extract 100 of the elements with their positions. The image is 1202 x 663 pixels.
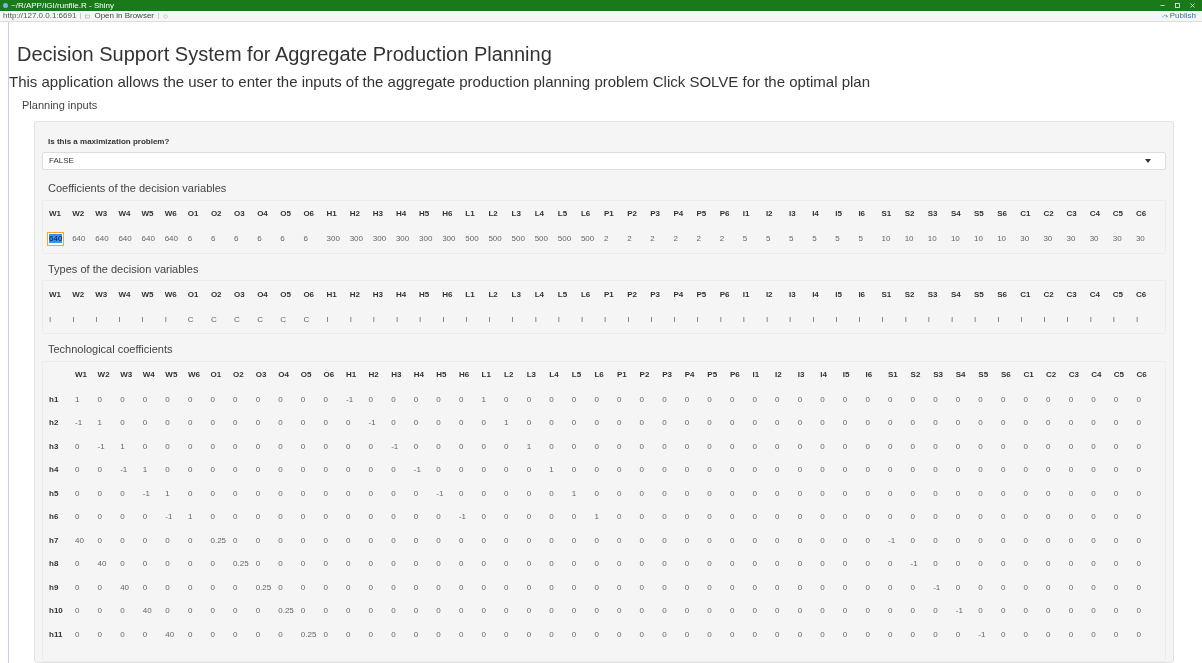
table-cell[interactable]: 0 <box>910 464 916 476</box>
table-cell[interactable]: I <box>372 313 375 326</box>
table-cell[interactable]: 0 <box>752 511 757 523</box>
table-cell[interactable]: 0 <box>955 511 961 523</box>
table-cell[interactable]: 0 <box>594 487 599 500</box>
table-cell[interactable]: 300 <box>372 233 387 246</box>
table-cell[interactable]: 0 <box>752 464 757 476</box>
table-cell[interactable]: 0 <box>729 487 735 500</box>
table-cell[interactable]: C <box>234 313 240 326</box>
table-cell[interactable]: 0 <box>255 393 261 406</box>
table-cell[interactable]: 0 <box>933 628 938 641</box>
table-cell[interactable]: 500 <box>511 233 525 246</box>
table-cell[interactable]: 0 <box>729 417 735 429</box>
table-cell[interactable]: 0 <box>97 487 103 500</box>
table-cell[interactable]: 0 <box>1046 440 1051 453</box>
table-cell[interactable]: 0 <box>1113 487 1119 500</box>
table-cell[interactable]: 0 <box>684 440 690 453</box>
table-cell[interactable]: 0 <box>323 558 328 570</box>
table-cell[interactable]: 0 <box>391 605 396 617</box>
table-cell[interactable]: 0 <box>888 605 893 617</box>
table-cell[interactable]: 0 <box>346 440 351 453</box>
table-cell[interactable]: 0 <box>255 417 261 429</box>
table-cell[interactable]: 0 <box>300 581 306 594</box>
table-cell[interactable]: 0 <box>865 440 870 453</box>
table-cell[interactable]: 0 <box>571 534 577 547</box>
table-cell[interactable]: 0 <box>210 558 215 570</box>
table-cell[interactable]: 0 <box>684 464 690 476</box>
table-cell[interactable]: 30 <box>1066 233 1076 246</box>
table-cell[interactable]: 0 <box>481 534 486 547</box>
table-cell[interactable]: 0 <box>842 628 848 641</box>
table-cell[interactable]: I <box>950 313 954 326</box>
table-cell[interactable]: 0 <box>233 464 238 476</box>
table-cell[interactable]: 1 <box>571 487 577 500</box>
table-cell[interactable]: 0 <box>1091 417 1096 429</box>
table-cell[interactable]: C <box>257 313 263 326</box>
table-cell[interactable]: I <box>881 313 884 326</box>
table-cell[interactable]: 6 <box>280 233 285 246</box>
table-cell[interactable]: 0 <box>639 605 645 617</box>
table-cell[interactable]: 0 <box>865 605 870 617</box>
table-cell[interactable]: 0 <box>1023 534 1028 547</box>
table-cell[interactable]: 0 <box>481 417 486 429</box>
table-cell[interactable]: 0 <box>707 628 712 641</box>
table-cell[interactable]: C <box>280 313 287 326</box>
table-cell[interactable]: 0 <box>142 558 148 570</box>
table-cell[interactable]: 0 <box>75 440 80 453</box>
table-cell[interactable]: 0 <box>142 628 148 641</box>
table-cell[interactable]: 0 <box>526 558 532 570</box>
table-cell[interactable]: 0 <box>684 511 690 523</box>
table-cell[interactable]: I <box>997 313 1000 326</box>
table-cell[interactable]: -1 <box>955 605 963 617</box>
table-cell[interactable]: 0 <box>436 534 441 547</box>
table-cell[interactable]: 0 <box>684 628 690 641</box>
table-cell[interactable]: 0 <box>323 464 328 476</box>
table-cell[interactable]: I <box>673 313 676 326</box>
table-cell[interactable]: 0 <box>458 534 464 547</box>
table-cell[interactable]: 0 <box>233 440 238 453</box>
table-cell[interactable]: 0 <box>278 464 283 476</box>
table-cell[interactable]: 0 <box>549 605 554 617</box>
table-cell[interactable]: 0 <box>165 464 170 476</box>
table-cell[interactable]: 0 <box>639 417 645 429</box>
table-cell[interactable]: 0 <box>707 417 712 429</box>
table-cell[interactable]: 0 <box>1113 417 1119 429</box>
table-cell[interactable]: 1 <box>75 393 80 406</box>
table-cell[interactable]: 0 <box>888 440 893 453</box>
table-cell[interactable]: 0 <box>526 581 532 594</box>
table-cell[interactable]: 0 <box>888 628 893 641</box>
table-cell[interactable]: 0 <box>210 605 215 617</box>
table-cell[interactable]: 40 <box>120 581 130 594</box>
table-cell[interactable]: 0 <box>955 534 961 547</box>
table-cell[interactable]: 0 <box>233 628 238 641</box>
table-cell[interactable]: 0 <box>1068 417 1074 429</box>
table-cell[interactable]: 0 <box>775 487 780 500</box>
table-cell[interactable]: 5 <box>812 233 817 246</box>
table-cell[interactable]: 6 <box>303 233 308 246</box>
table-cell[interactable]: 0 <box>346 628 351 641</box>
table-cell[interactable]: C <box>303 313 310 326</box>
table-cell[interactable]: 0 <box>346 487 351 500</box>
table-cell[interactable]: 0 <box>526 605 532 617</box>
table-cell[interactable]: I <box>442 313 445 326</box>
table-cell[interactable]: 0 <box>120 417 125 429</box>
table-cell[interactable]: 640 <box>118 233 132 246</box>
table-cell[interactable]: 0 <box>752 487 757 500</box>
table-cell[interactable]: 0 <box>504 628 509 641</box>
table-cell[interactable]: 0 <box>865 628 870 641</box>
table-cell[interactable]: 0 <box>797 605 803 617</box>
table-cell[interactable]: 0 <box>504 464 509 476</box>
table-cell[interactable]: 0 <box>346 605 351 617</box>
table-cell[interactable]: 0 <box>1068 440 1074 453</box>
table-cell[interactable]: 0 <box>504 511 509 523</box>
table-cell[interactable]: 0 <box>210 581 215 594</box>
table-cell[interactable]: 0 <box>571 628 577 641</box>
table-cell[interactable]: 0 <box>75 605 80 617</box>
table-cell[interactable]: 0 <box>323 511 328 523</box>
table-cell[interactable]: 0 <box>729 605 735 617</box>
table-cell[interactable]: 0 <box>978 487 983 500</box>
maximize-icon[interactable] <box>1175 3 1180 8</box>
table-cell[interactable]: 0 <box>820 628 825 641</box>
table-cell[interactable]: 0 <box>75 511 80 523</box>
table-cell[interactable]: 0 <box>1136 558 1141 570</box>
table-cell[interactable]: 0 <box>504 581 509 594</box>
